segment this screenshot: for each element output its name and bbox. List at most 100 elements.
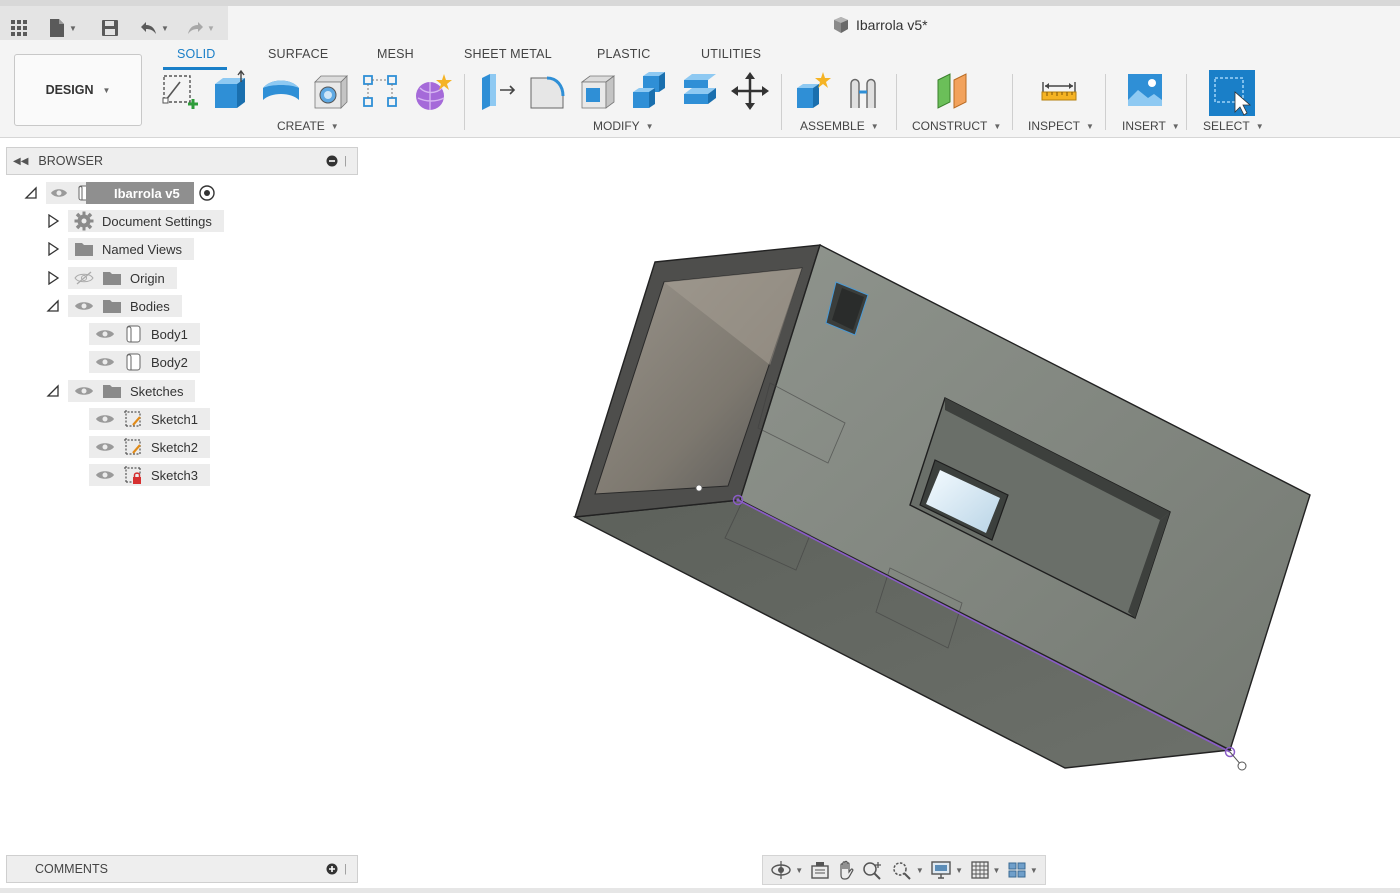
sketch-point[interactable] — [695, 484, 703, 492]
expanded-triangle-icon[interactable] — [24, 186, 38, 200]
tree-item-sketch1[interactable]: Sketch1 — [89, 408, 210, 430]
grid-settings-icon[interactable]: ▼ — [970, 858, 1000, 882]
insert-menu-label: INSERT — [1122, 119, 1166, 133]
panel-grip-icon[interactable]: | — [344, 155, 347, 167]
pan-hand-icon[interactable] — [836, 858, 856, 882]
joint-icon[interactable] — [845, 70, 885, 112]
offset-face-icon[interactable] — [680, 70, 720, 112]
select-menu[interactable]: SELECT ▼ — [1203, 119, 1264, 133]
eye-hidden-icon[interactable] — [74, 271, 94, 285]
construct-menu-label: CONSTRUCT — [912, 119, 988, 133]
tree-item-label: Sketch3 — [151, 467, 198, 483]
sketch-endpoint-dot — [736, 498, 740, 502]
undo-icon[interactable]: ▼ — [140, 18, 169, 38]
eye-icon[interactable] — [74, 300, 94, 312]
tree-item-origin[interactable]: Origin — [68, 267, 177, 289]
create-form-icon[interactable] — [412, 70, 452, 112]
eye-icon[interactable] — [95, 413, 115, 425]
display-settings-icon[interactable]: ▼ — [930, 858, 963, 882]
move-copy-icon[interactable] — [730, 70, 770, 112]
press-pull-icon[interactable] — [476, 70, 516, 112]
tab-surface[interactable]: SURFACE — [268, 47, 328, 61]
insert-canvas-icon[interactable] — [1126, 70, 1166, 112]
activate-radio-icon[interactable] — [198, 184, 216, 202]
look-at-icon[interactable] — [810, 858, 830, 882]
expanded-triangle-icon[interactable] — [46, 299, 60, 313]
chevron-down-icon: ▼ — [102, 85, 111, 95]
revolve-icon[interactable] — [261, 70, 301, 112]
select-icon[interactable] — [1209, 70, 1255, 116]
gear-icon — [74, 211, 94, 231]
zoom-icon[interactable] — [862, 858, 884, 882]
measure-icon[interactable] — [1039, 70, 1079, 112]
eye-icon[interactable] — [95, 469, 115, 481]
hole-icon[interactable] — [311, 70, 351, 112]
tree-item-body2[interactable]: Body2 — [89, 351, 200, 373]
tree-item-label: Sketch2 — [151, 439, 198, 455]
collapsed-triangle-icon[interactable] — [46, 242, 60, 256]
minimize-panel-icon[interactable] — [326, 155, 338, 167]
collapsed-triangle-icon[interactable] — [46, 214, 60, 228]
tree-item-sketch2[interactable]: Sketch2 — [89, 436, 210, 458]
tree-item-sketches[interactable]: Sketches — [68, 380, 196, 402]
create-menu[interactable]: CREATE ▼ — [277, 119, 339, 133]
ribbon-divider — [896, 74, 897, 130]
extrude-icon[interactable] — [211, 69, 251, 112]
viewports-icon[interactable]: ▼ — [1007, 858, 1038, 882]
tree-item-sketch3[interactable]: Sketch3 — [89, 464, 210, 486]
tree-item-root[interactable]: Ibarrola v5 — [46, 182, 216, 204]
tab-plastic[interactable]: PLASTIC — [597, 47, 651, 61]
tab-utilities[interactable]: UTILITIES — [701, 47, 761, 61]
eye-icon[interactable] — [95, 328, 115, 340]
collapse-panel-icon[interactable]: ◀◀ — [13, 156, 28, 167]
document-cube-icon — [834, 17, 848, 33]
tree-item-bodies[interactable]: Bodies — [68, 295, 182, 317]
pattern-icon[interactable] — [360, 70, 400, 112]
orbit-icon[interactable]: ▼ — [770, 858, 803, 882]
comments-title: COMMENTS — [35, 862, 108, 876]
create-sketch-icon[interactable] — [160, 70, 200, 112]
eye-icon[interactable] — [74, 385, 94, 397]
tab-solid[interactable]: SOLID — [177, 47, 216, 61]
construct-menu[interactable]: CONSTRUCT ▼ — [912, 119, 1001, 133]
panel-grip-icon[interactable]: | — [344, 863, 347, 875]
chevron-down-icon: ▼ — [645, 121, 654, 131]
data-panel-grid-icon[interactable] — [10, 18, 28, 38]
expanded-triangle-icon[interactable] — [46, 384, 60, 398]
eye-icon[interactable] — [95, 356, 115, 368]
assemble-menu[interactable]: ASSEMBLE ▼ — [800, 119, 879, 133]
fit-window-icon[interactable]: ▼ — [891, 858, 924, 882]
insert-menu[interactable]: INSERT ▼ — [1122, 119, 1180, 133]
workspace-switcher-button[interactable]: DESIGN ▼ — [14, 54, 142, 126]
modify-menu[interactable]: MODIFY ▼ — [593, 119, 654, 133]
browser-title: BROWSER — [38, 154, 103, 168]
redo-icon[interactable]: ▼ — [186, 18, 215, 38]
create-menu-label: CREATE — [277, 119, 325, 133]
tree-item-document-settings[interactable]: Document Settings — [68, 210, 224, 232]
eye-icon[interactable] — [95, 441, 115, 453]
tree-item-label: Body1 — [151, 326, 188, 342]
fillet-icon[interactable] — [527, 70, 567, 112]
tab-mesh[interactable]: MESH — [377, 47, 414, 61]
tab-sheet-metal[interactable]: SHEET METAL — [464, 47, 552, 61]
tree-item-named-views[interactable]: Named Views — [68, 238, 194, 260]
tree-item-body1[interactable]: Body1 — [89, 323, 200, 345]
sketch-point[interactable] — [1237, 761, 1247, 771]
shell-icon[interactable] — [578, 70, 618, 112]
inspect-menu-label: INSPECT — [1028, 119, 1081, 133]
eye-icon[interactable] — [50, 187, 68, 199]
folder-icon — [103, 385, 121, 398]
tree-item-label: Bodies — [130, 298, 170, 314]
new-component-icon[interactable] — [793, 70, 833, 112]
sketch-locked-icon — [124, 466, 141, 484]
save-icon[interactable] — [101, 18, 119, 38]
tree-item-label: Sketches — [130, 383, 184, 399]
inspect-menu[interactable]: INSPECT ▼ — [1028, 119, 1094, 133]
3d-viewport[interactable] — [360, 138, 1400, 853]
collapsed-triangle-icon[interactable] — [46, 271, 60, 285]
sketch-icon — [124, 410, 141, 427]
offset-plane-icon[interactable] — [934, 70, 974, 112]
add-comment-icon[interactable] — [326, 863, 338, 875]
file-menu-icon[interactable]: ▼ — [48, 18, 77, 38]
combine-icon[interactable] — [629, 70, 669, 112]
